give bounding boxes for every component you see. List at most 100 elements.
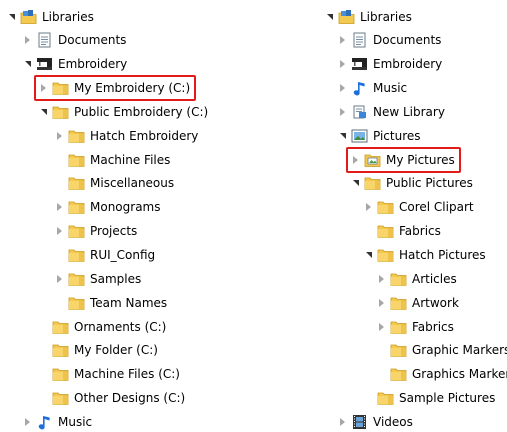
tree-item-label: Fabrics bbox=[399, 224, 441, 239]
tree-item-ornaments-c[interactable]: Ornaments (C:) bbox=[38, 317, 166, 337]
tree-item-rui-config[interactable]: RUI_Config bbox=[54, 245, 155, 265]
folder-icon bbox=[68, 295, 85, 311]
tree-item-machine-files[interactable]: Machine Files bbox=[54, 150, 170, 170]
tree-item-label: Music bbox=[373, 81, 408, 96]
tree-item-label: Articles bbox=[412, 271, 457, 286]
expand-arrow-icon[interactable] bbox=[337, 30, 347, 50]
tree-item-artwork[interactable]: Artwork bbox=[376, 293, 459, 313]
new-library-icon bbox=[351, 104, 368, 120]
collapse-arrow-icon[interactable] bbox=[324, 7, 334, 27]
expand-arrow-icon[interactable] bbox=[54, 269, 64, 289]
libraries-icon bbox=[338, 9, 355, 25]
expander-placeholder bbox=[38, 340, 48, 360]
tree-item-my-folder-c[interactable]: My Folder (C:) bbox=[38, 340, 158, 360]
tree-item-label: Artwork bbox=[412, 295, 459, 310]
tree-item-label: Sample Pictures bbox=[399, 391, 496, 406]
tree-item-hatch-embroidery[interactable]: Hatch Embroidery bbox=[54, 126, 198, 146]
tree-item-label: RUI_Config bbox=[90, 248, 156, 262]
tree-item-articles[interactable]: Articles bbox=[376, 269, 457, 289]
embroidery-machine-icon bbox=[36, 56, 53, 72]
folder-icon bbox=[52, 104, 69, 120]
expander-placeholder bbox=[363, 221, 373, 241]
highlight-box bbox=[346, 147, 461, 173]
folder-icon bbox=[52, 319, 69, 335]
expand-arrow-icon[interactable] bbox=[337, 78, 347, 98]
tree-item-label: Corel Clipart bbox=[399, 200, 474, 215]
tree-item-machine-files-c[interactable]: Machine Files (C:) bbox=[38, 364, 180, 384]
tree-item-other-designs-c[interactable]: Other Designs (C:) bbox=[38, 388, 185, 408]
tree-item-samples[interactable]: Samples bbox=[54, 269, 141, 289]
collapse-arrow-icon[interactable] bbox=[38, 102, 48, 122]
expander-placeholder bbox=[363, 388, 373, 408]
expander-placeholder bbox=[54, 245, 64, 265]
tree-item-libraries[interactable]: Libraries bbox=[324, 7, 412, 27]
highlight-box bbox=[34, 75, 196, 101]
tree-item-new-library[interactable]: New Library bbox=[337, 102, 445, 122]
documents-library-icon bbox=[351, 32, 368, 48]
expander-placeholder bbox=[376, 364, 386, 384]
tree-item-pictures[interactable]: Pictures bbox=[337, 126, 421, 146]
collapse-arrow-icon[interactable] bbox=[6, 7, 16, 27]
collapse-arrow-icon[interactable] bbox=[363, 245, 373, 265]
expand-arrow-icon[interactable] bbox=[376, 269, 386, 289]
tree-item-hatch-pictures[interactable]: Hatch Pictures bbox=[363, 245, 486, 265]
expand-arrow-icon[interactable] bbox=[376, 317, 386, 337]
expand-arrow-icon[interactable] bbox=[54, 197, 64, 217]
folder-icon bbox=[68, 128, 85, 144]
folder-icon bbox=[390, 271, 407, 287]
collapse-arrow-icon[interactable] bbox=[350, 173, 360, 193]
tree-item-label: Graphic Markers bbox=[412, 343, 507, 358]
folder-icon bbox=[52, 366, 69, 382]
folder-icon bbox=[390, 319, 407, 335]
folder-icon bbox=[68, 152, 85, 168]
tree-item-sample-pictures[interactable]: Sample Pictures bbox=[363, 388, 495, 408]
tree-item-fabrics[interactable]: Fabrics bbox=[376, 317, 454, 337]
tree-item-documents[interactable]: Documents bbox=[337, 30, 441, 50]
tree-item-public-embroidery-c[interactable]: Public Embroidery (C:) bbox=[38, 102, 208, 122]
folder-icon bbox=[390, 342, 407, 358]
collapse-arrow-icon[interactable] bbox=[337, 126, 347, 146]
tree-item-label: Pictures bbox=[373, 128, 421, 143]
folder-icon bbox=[377, 247, 394, 263]
tree-item-miscellaneous[interactable]: Miscellaneous bbox=[54, 173, 174, 193]
expand-arrow-icon[interactable] bbox=[337, 102, 347, 122]
folder-icon bbox=[68, 223, 85, 239]
expand-arrow-icon[interactable] bbox=[376, 293, 386, 313]
tree-item-graphic-markers[interactable]: Graphic Markers bbox=[376, 340, 507, 360]
collapse-arrow-icon[interactable] bbox=[22, 54, 32, 74]
folder-icon bbox=[390, 366, 407, 382]
tree-item-embroidery[interactable]: Embroidery bbox=[22, 54, 127, 74]
tree-item-label: Public Pictures bbox=[386, 176, 473, 191]
tree-item-label: Ornaments (C:) bbox=[74, 319, 167, 334]
left-navigation-tree: Libraries Documents Embroidery My Embroider… bbox=[0, 0, 260, 430]
folder-icon bbox=[68, 247, 85, 263]
folder-icon bbox=[377, 390, 394, 406]
tree-item-label: Public Embroidery (C:) bbox=[74, 104, 209, 119]
tree-item-label: My Folder (C:) bbox=[74, 343, 158, 358]
tree-item-fabrics[interactable]: Fabrics bbox=[363, 221, 441, 241]
tree-item-corel-clipart[interactable]: Corel Clipart bbox=[363, 197, 474, 217]
expand-arrow-icon[interactable] bbox=[363, 197, 373, 217]
tree-item-label: Team Names bbox=[90, 295, 168, 310]
expand-arrow-icon[interactable] bbox=[337, 54, 347, 74]
music-library-icon bbox=[351, 80, 368, 96]
tree-item-team-names[interactable]: Team Names bbox=[54, 293, 167, 313]
folder-icon bbox=[364, 175, 381, 191]
documents-library-icon bbox=[36, 32, 53, 48]
tree-item-projects[interactable]: Projects bbox=[54, 221, 137, 241]
expand-arrow-icon[interactable] bbox=[54, 126, 64, 146]
folder-icon bbox=[68, 199, 85, 215]
tree-item-label: New Library bbox=[373, 104, 445, 119]
tree-item-label: Hatch Pictures bbox=[399, 248, 486, 262]
tree-item-monograms[interactable]: Monograms bbox=[54, 197, 161, 217]
pictures-library-icon bbox=[351, 128, 368, 144]
tree-item-label: Machine Files bbox=[90, 152, 171, 167]
expand-arrow-icon[interactable] bbox=[54, 221, 64, 241]
tree-item-graphics-markers[interactable]: Graphics Markers bbox=[376, 364, 507, 384]
tree-item-public-pictures[interactable]: Public Pictures bbox=[350, 173, 473, 193]
tree-item-libraries[interactable]: Libraries bbox=[6, 7, 94, 27]
expand-arrow-icon[interactable] bbox=[22, 30, 32, 50]
tree-item-embroidery[interactable]: Embroidery bbox=[337, 54, 442, 74]
tree-item-documents[interactable]: Documents bbox=[22, 30, 126, 50]
tree-item-music[interactable]: Music bbox=[337, 78, 407, 98]
